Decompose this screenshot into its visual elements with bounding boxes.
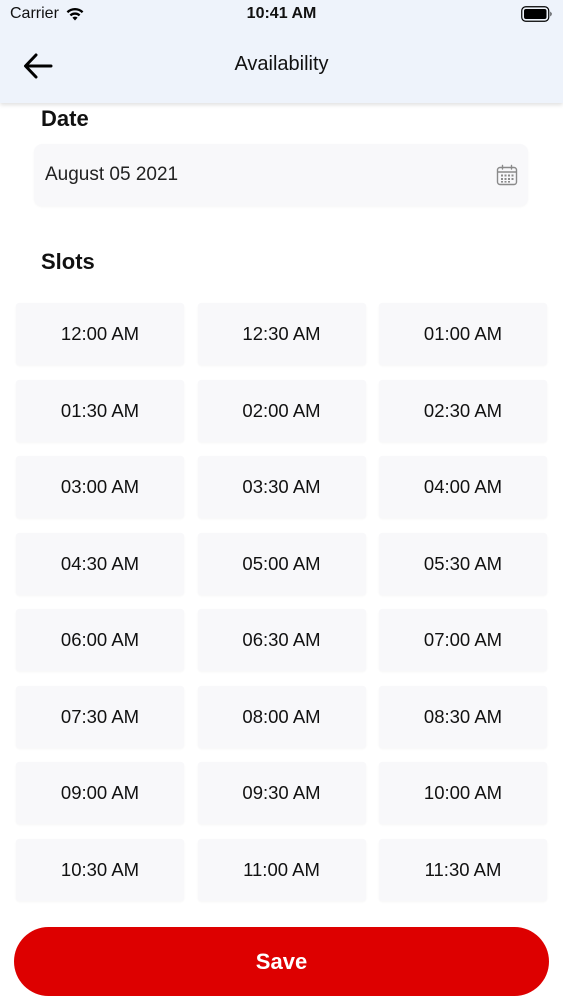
- slot-button[interactable]: 10:30 AM: [16, 838, 184, 901]
- slot-button[interactable]: 04:30 AM: [16, 532, 184, 595]
- slot-button[interactable]: 10:00 AM: [379, 762, 547, 824]
- slot-button[interactable]: 12:30 AM: [197, 303, 366, 365]
- save-button[interactable]: Save: [14, 927, 549, 996]
- slot-button[interactable]: 05:30 AM: [379, 532, 547, 595]
- slot-button[interactable]: 07:30 AM: [16, 685, 184, 748]
- slot-button[interactable]: 12:00 AM: [16, 303, 184, 365]
- date-picker-field[interactable]: August 05 2021: [34, 144, 528, 206]
- battery-icon: [521, 6, 552, 22]
- calendar-icon[interactable]: [496, 164, 518, 186]
- slots-grid: 12:00 AM 12:30 AM 01:00 AM 01:30 AM 02:0…: [16, 303, 547, 901]
- date-section-label: Date: [41, 106, 89, 131]
- slot-button[interactable]: 05:00 AM: [197, 532, 366, 595]
- slot-button[interactable]: 02:30 AM: [379, 379, 547, 442]
- slot-button[interactable]: 11:30 AM: [379, 838, 547, 901]
- slot-button[interactable]: 09:30 AM: [197, 762, 366, 824]
- availability-screen: Carrier 10:41 AM Availability Date Augus…: [0, 0, 563, 1000]
- status-time: 10:41 AM: [246, 5, 317, 22]
- slot-button[interactable]: 01:00 AM: [379, 303, 547, 365]
- date-value: August 05 2021: [45, 164, 179, 185]
- slot-button[interactable]: 08:00 AM: [197, 685, 366, 748]
- slot-button[interactable]: 11:00 AM: [197, 838, 366, 901]
- slot-button[interactable]: 06:30 AM: [197, 609, 366, 671]
- slots-section-label: Slots: [41, 249, 95, 274]
- slot-button[interactable]: 04:00 AM: [379, 456, 547, 518]
- slot-button[interactable]: 06:00 AM: [16, 609, 184, 671]
- slot-button[interactable]: 03:30 AM: [197, 456, 366, 518]
- status-bar: Carrier 10:41 AM: [0, 0, 563, 30]
- slot-button[interactable]: 01:30 AM: [16, 379, 184, 442]
- slot-button[interactable]: 02:00 AM: [197, 379, 366, 442]
- slot-button[interactable]: 09:00 AM: [16, 762, 184, 824]
- top-bar: Carrier 10:41 AM Availability: [0, 0, 563, 103]
- slot-button[interactable]: 03:00 AM: [16, 456, 184, 518]
- page-title: Availability: [234, 53, 329, 75]
- slot-button[interactable]: 07:00 AM: [379, 609, 547, 671]
- slot-button[interactable]: 08:30 AM: [379, 685, 547, 748]
